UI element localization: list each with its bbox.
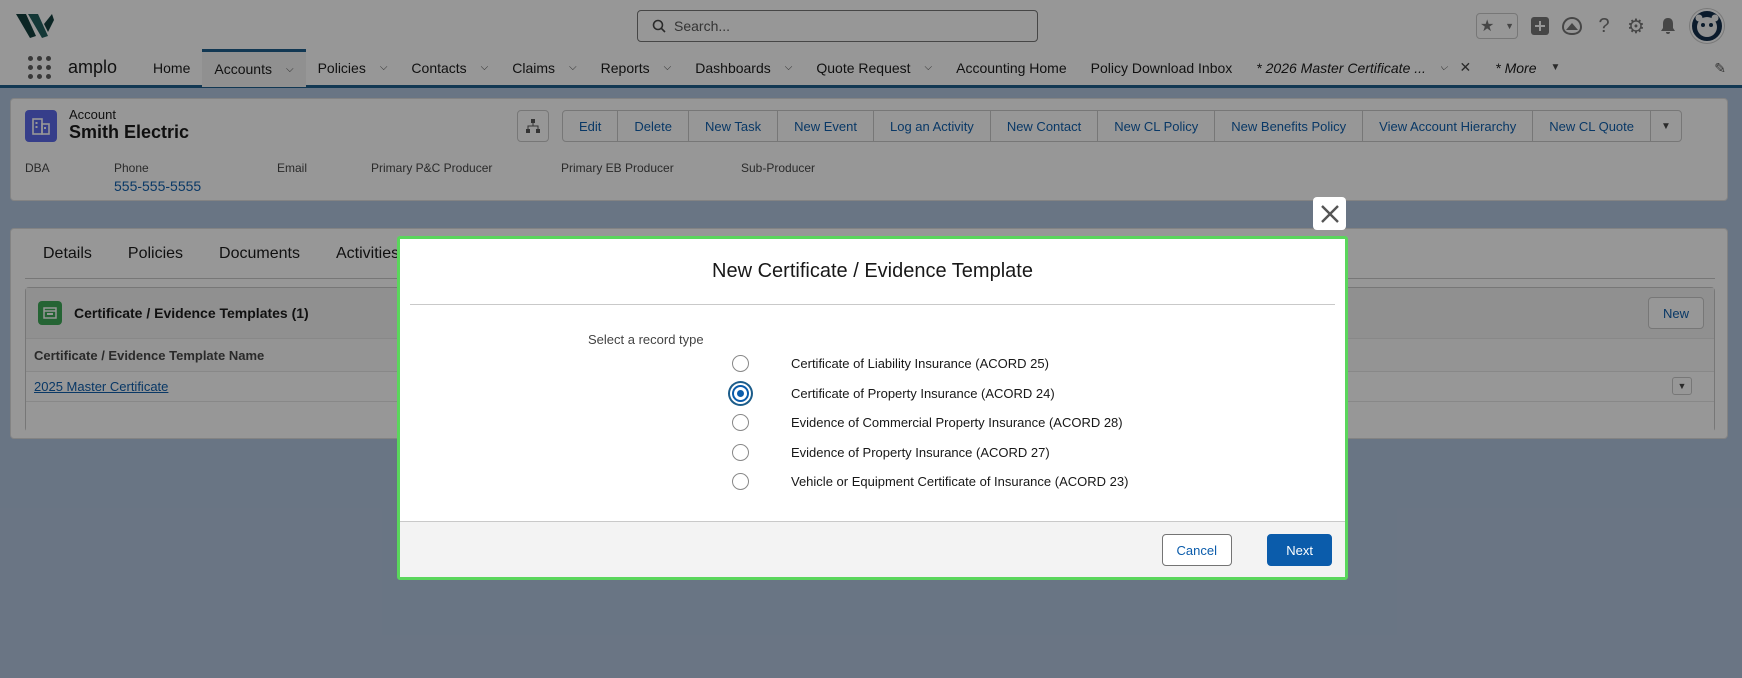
- radio-acord-23[interactable]: [732, 473, 749, 491]
- record-type-label: Select a record type: [588, 332, 704, 347]
- modal-title: New Certificate / Evidence Template: [712, 260, 1033, 282]
- radio-acord-27[interactable]: [732, 443, 749, 461]
- record-type-options: Certificate of Liability Insurance (ACOR…: [732, 349, 1128, 497]
- record-type-option[interactable]: Certificate of Property Insurance (ACORD…: [732, 379, 1128, 409]
- record-type-option[interactable]: Certificate of Liability Insurance (ACOR…: [732, 349, 1128, 379]
- option-label: Vehicle or Equipment Certificate of Insu…: [791, 474, 1129, 490]
- option-label: Certificate of Liability Insurance (ACOR…: [791, 356, 1049, 372]
- radio-acord-28[interactable]: [732, 414, 749, 432]
- record-type-option[interactable]: Vehicle or Equipment Certificate of Insu…: [732, 467, 1128, 497]
- option-label: Certificate of Property Insurance (ACORD…: [791, 385, 1055, 401]
- new-template-modal: New Certificate / Evidence Template Sele…: [397, 236, 1348, 580]
- modal-footer: Cancel Next: [400, 521, 1345, 577]
- modal-header: New Certificate / Evidence Template: [410, 239, 1335, 305]
- next-button[interactable]: Next: [1267, 534, 1332, 566]
- close-icon: [1320, 204, 1339, 223]
- cancel-button[interactable]: Cancel: [1161, 534, 1232, 566]
- option-label: Evidence of Property Insurance (ACORD 27…: [791, 444, 1050, 460]
- record-type-option[interactable]: Evidence of Commercial Property Insuranc…: [732, 408, 1128, 438]
- record-type-option[interactable]: Evidence of Property Insurance (ACORD 27…: [732, 438, 1128, 468]
- radio-acord-24[interactable]: [732, 384, 749, 402]
- radio-acord-25[interactable]: [732, 355, 749, 373]
- option-label: Evidence of Commercial Property Insuranc…: [791, 415, 1123, 431]
- close-modal-button[interactable]: [1313, 197, 1346, 230]
